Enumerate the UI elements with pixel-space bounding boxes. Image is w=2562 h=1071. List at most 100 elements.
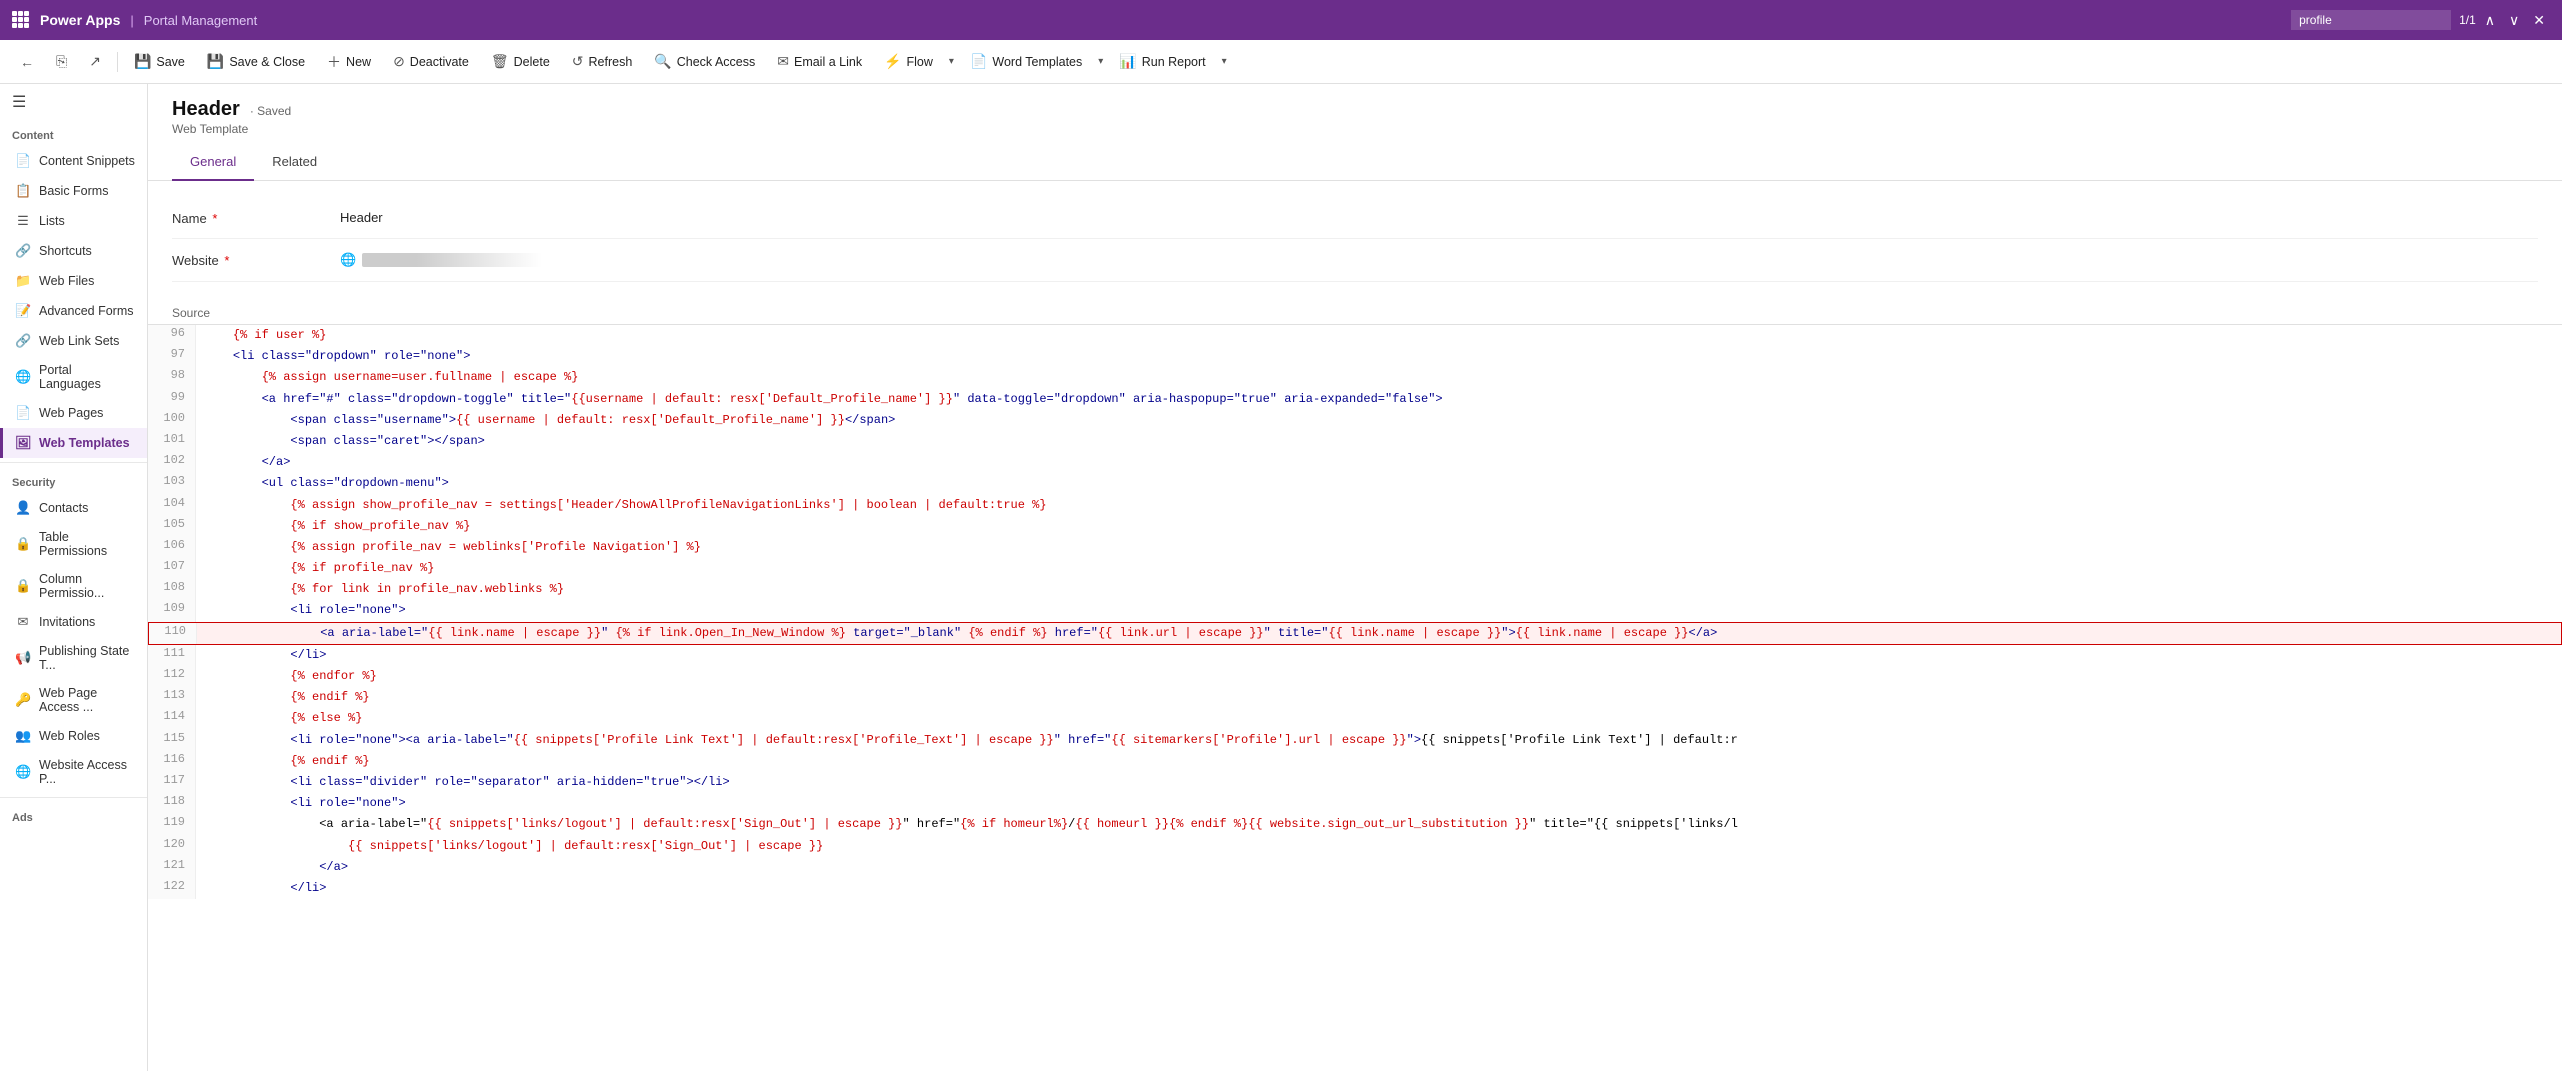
sidebar-item-web-link-sets[interactable]: 🔗 Web Link Sets [0,326,147,356]
name-field-row: Name * Header [172,197,2538,239]
new-icon: ＋ [327,52,341,72]
save-close-button[interactable]: 💾 Save & Close [197,48,315,75]
tab-general[interactable]: General [172,146,254,181]
flow-button[interactable]: ⚡ Flow [874,48,943,75]
line-code: {% assign show_profile_nav = settings['H… [196,495,2562,516]
line-code: {% assign profile_nav = weblinks['Profil… [196,537,2562,558]
sidebar-item-table-permissions[interactable]: 🔒 Table Permissions [0,523,147,565]
code-line-98: 98 {% assign username=user.fullname | es… [148,367,2562,388]
line-number: 107 [148,558,196,579]
flow-dropdown-button[interactable]: ▾ [943,51,958,72]
sidebar-item-contacts[interactable]: 👤 Contacts [0,493,147,523]
word-templates-icon: 📄 [970,53,987,70]
email-link-button[interactable]: ✉ Email a Link [767,48,872,75]
line-code: {% if show_profile_nav %} [196,516,2562,537]
nav-up-button[interactable]: ∧ [2480,10,2500,31]
line-code: {{ snippets['links/logout'] | default:re… [196,836,2562,857]
page-indicator: 1/1 [2459,13,2476,27]
sidebar-item-website-access[interactable]: 🌐 Website Access P... [0,751,147,793]
line-code: <a aria-label="{{ link.name | escape }}"… [197,623,2561,644]
run-report-button-group: 📊 Run Report ▾ [1109,48,1230,75]
line-number: 109 [148,600,196,621]
line-number: 112 [148,666,196,687]
code-line-104: 104 {% assign show_profile_nav = setting… [148,495,2562,516]
sidebar-label-table-permissions: Table Permissions [39,530,135,558]
save-button[interactable]: 💾 Save [124,48,195,75]
sidebar-label-content-snippets: Content Snippets [39,154,135,168]
sidebar-item-basic-forms[interactable]: 📋 Basic Forms [0,176,147,206]
sidebar-item-shortcuts[interactable]: 🔗 Shortcuts [0,236,147,266]
web-roles-icon: 👥 [15,728,31,744]
line-code: {% endif %} [196,687,2562,708]
sidebar-label-portal-languages: Portal Languages [39,363,135,391]
copy-button[interactable]: ⎘ [46,48,77,75]
app-grid-icon[interactable] [12,11,30,29]
sidebar-item-column-permissions[interactable]: 🔒 Column Permissio... [0,565,147,607]
globe-icon: 🌐 [340,252,356,268]
name-label: Name * [172,205,332,226]
sidebar-label-column-permissions: Column Permissio... [39,572,135,600]
word-templates-dropdown-button[interactable]: ▾ [1092,51,1107,72]
check-access-button[interactable]: 🔍 Check Access [644,48,765,75]
sidebar-item-invitations[interactable]: ✉ Invitations [0,607,147,637]
refresh-button[interactable]: ↺ Refresh [562,48,643,75]
line-code: </li> [196,878,2562,899]
code-line-100: 100 <span class="username">{{ username |… [148,410,2562,431]
line-code: {% if user %} [196,325,2562,346]
line-number: 110 [149,623,197,644]
sidebar-item-web-files[interactable]: 📁 Web Files [0,266,147,296]
website-value[interactable]: 🌐 [332,247,2538,273]
code-editor[interactable]: 96 {% if user %}97 <li class="dropdown" … [148,324,2562,899]
nav-down-button[interactable]: ∨ [2504,10,2524,31]
sidebar-item-web-page-access[interactable]: 🔑 Web Page Access ... [0,679,147,721]
sidebar-item-lists[interactable]: ☰ Lists [0,206,147,236]
line-code: <a aria-label="{{ snippets['links/logout… [196,814,2562,835]
line-code: {% endif %} [196,751,2562,772]
new-button[interactable]: ＋ New [317,47,381,77]
basic-forms-icon: 📋 [15,183,31,199]
sidebar-label-advanced-forms: Advanced Forms [39,304,133,318]
sidebar-item-advanced-forms[interactable]: 📝 Advanced Forms [0,296,147,326]
back-button[interactable]: ← [10,49,44,75]
line-number: 118 [148,793,196,814]
tab-related[interactable]: Related [254,146,335,181]
line-code: <a href="#" class="dropdown-toggle" titl… [196,389,2562,410]
sidebar-item-web-roles[interactable]: 👥 Web Roles [0,721,147,751]
line-code: <span class="caret"></span> [196,431,2562,452]
save-close-icon: 💾 [207,53,224,70]
code-line-117: 117 <li class="divider" role="separator"… [148,772,2562,793]
line-code: <span class="username">{{ username | def… [196,410,2562,431]
code-line-102: 102 </a> [148,452,2562,473]
word-templates-button[interactable]: 📄 Word Templates [960,48,1092,75]
website-field-row: Website * 🌐 [172,239,2538,282]
delete-button[interactable]: 🗑 Delete [481,48,560,75]
code-line-122: 122 </li> [148,878,2562,899]
deactivate-button[interactable]: ⊘ Deactivate [383,48,479,75]
sidebar-label-web-files: Web Files [39,274,94,288]
sidebar-toggle[interactable]: ☰ [0,84,147,120]
code-line-121: 121 </a> [148,857,2562,878]
sidebar-item-portal-languages[interactable]: 🌐 Portal Languages [0,356,147,398]
line-number: 114 [148,708,196,729]
sidebar-item-publishing-state[interactable]: 📢 Publishing State T... [0,637,147,679]
open-button[interactable]: ↗ [79,48,111,75]
sidebar-item-content-snippets[interactable]: 📄 Content Snippets [0,146,147,176]
portal-languages-icon: 🌐 [15,369,31,385]
line-number: 108 [148,579,196,600]
sidebar-item-web-templates[interactable]: 🖼 Web Templates [0,428,147,458]
flow-chevron-icon: ▾ [949,56,954,67]
open-icon: ↗ [89,53,101,70]
publishing-state-icon: 📢 [15,650,31,666]
code-line-109: 109 <li role="none"> [148,600,2562,621]
line-number: 119 [148,814,196,835]
run-report-button[interactable]: 📊 Run Report [1109,48,1215,75]
code-line-106: 106 {% assign profile_nav = weblinks['Pr… [148,537,2562,558]
sidebar-item-web-pages[interactable]: 📄 Web Pages [0,398,147,428]
close-search-button[interactable]: ✕ [2528,10,2550,31]
line-code: <li role="none"> [196,793,2562,814]
search-input[interactable] [2291,10,2451,30]
line-number: 98 [148,367,196,388]
name-value[interactable]: Header [332,205,2538,230]
run-report-dropdown-button[interactable]: ▾ [1216,51,1231,72]
line-number: 106 [148,537,196,558]
